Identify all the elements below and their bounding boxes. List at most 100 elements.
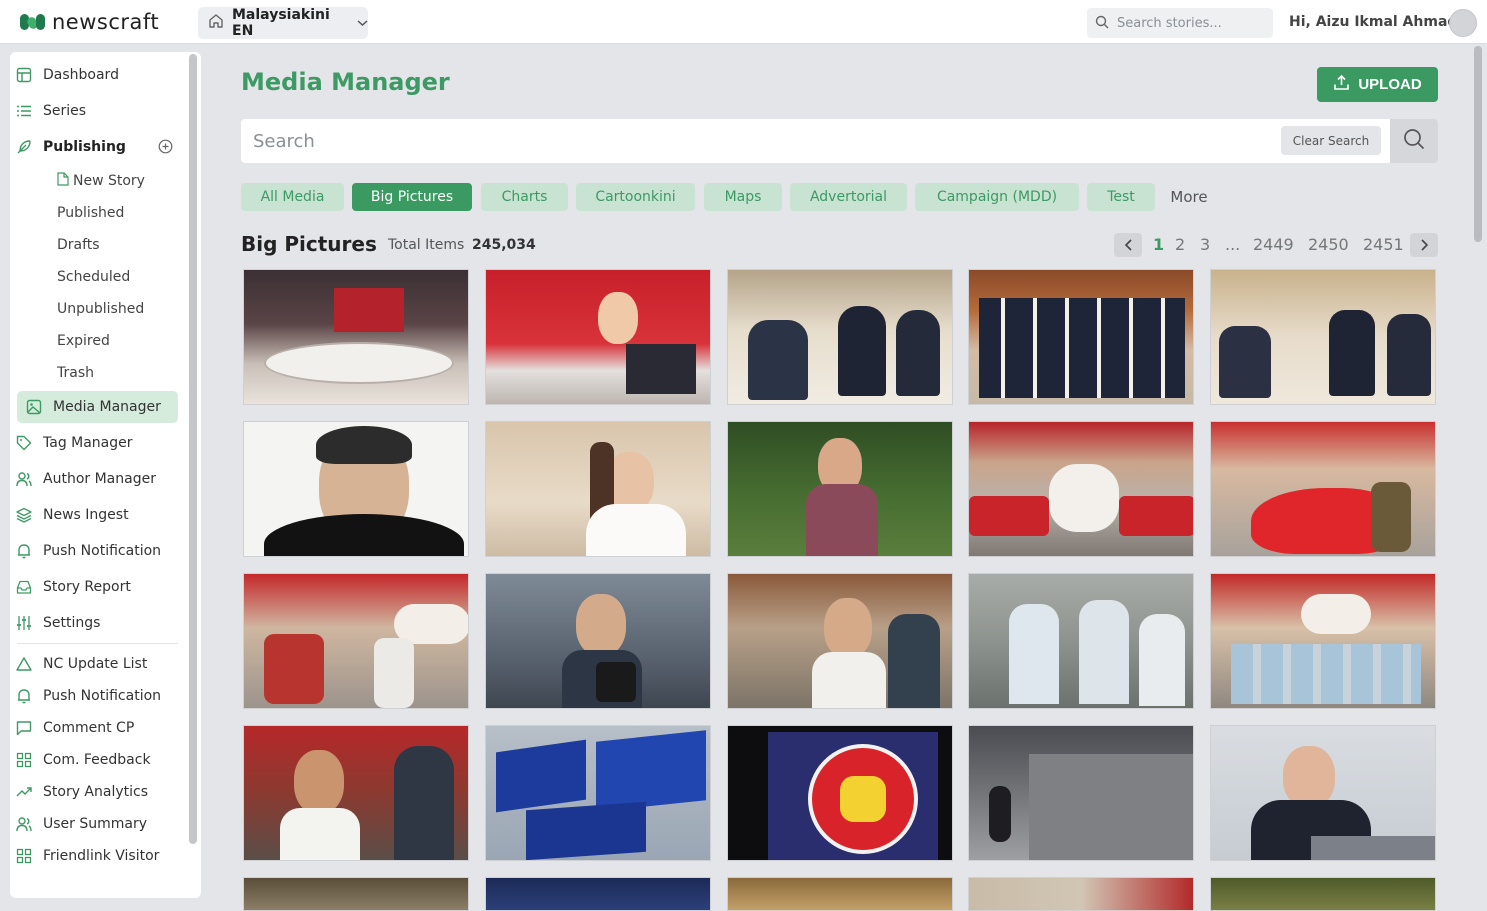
sidebar-item-story-analytics[interactable]: Story Analytics [7,776,168,808]
sidebar-item-label: Com. Feedback [43,752,151,768]
tab-advertorial[interactable]: Advertorial [790,183,907,211]
sidebar-item-dashboard[interactable]: Dashboard [7,59,168,91]
sidebar-item-com-feedback[interactable]: Com. Feedback [7,744,168,776]
sidebar-item-comment-cp[interactable]: Comment CP [7,712,168,744]
tab-more[interactable]: More [1164,183,1214,211]
chevron-left-icon [1124,236,1133,255]
message-icon [15,719,33,737]
grid-icon [15,751,33,769]
prev-page-button[interactable] [1114,233,1142,257]
clear-search-button[interactable]: Clear Search [1281,126,1381,155]
media-thumbnail[interactable] [1210,269,1436,405]
sidebar-item-media-manager[interactable]: Media Manager [17,391,178,423]
triangle-icon [15,655,33,673]
sidebar-item-story-report[interactable]: Story Report [7,571,168,603]
media-thumbnail[interactable] [968,877,1194,911]
media-thumbnail[interactable] [1210,573,1436,709]
image-icon [25,398,43,416]
media-thumbnail[interactable] [727,573,953,709]
tab-campaign-mdd[interactable]: Campaign (MDD) [915,183,1079,211]
media-thumbnail[interactable] [968,725,1194,861]
sidebar-item-tag-manager[interactable]: Tag Manager [7,427,168,459]
media-thumbnail[interactable] [968,269,1194,405]
tab-charts[interactable]: Charts [481,183,568,211]
tab-all-media[interactable]: All Media [241,183,344,211]
media-thumbnail[interactable] [727,725,953,861]
media-thumbnail[interactable] [243,877,469,911]
upload-icon [1333,74,1350,95]
sidebar-item-push-notification[interactable]: Push Notification [7,535,168,567]
media-thumbnail[interactable] [243,725,469,861]
sidebar-item-user-summary[interactable]: User Summary [7,808,168,840]
media-thumbnail[interactable] [1210,725,1436,861]
tab-big-pictures[interactable]: Big Pictures [352,183,472,211]
sidebar-sub-new-story[interactable]: New Story [57,169,145,193]
site-selector-label: Malaysiakini EN [232,7,330,39]
sidebar-item-nc-update-list[interactable]: NC Update List [7,648,168,680]
page-number[interactable]: 3 [1200,235,1210,254]
sidebar-item-publishing[interactable]: Publishing [7,131,168,163]
user-greeting: Hi, Aizu Ikmal Ahmad [1289,14,1458,30]
sidebar-item-settings[interactable]: Settings [7,607,168,639]
sidebar-sub-label: Expired [57,333,110,349]
sidebar-item-series[interactable]: Series [7,95,168,127]
top-search-input[interactable] [1117,15,1265,31]
sidebar-item-label: Story Report [43,579,131,595]
home-icon [208,13,224,33]
sidebar-divider [17,643,178,644]
search-icon [1095,14,1109,33]
media-thumbnail[interactable] [727,269,953,405]
add-circle-icon[interactable] [158,139,173,158]
next-page-button[interactable] [1410,233,1438,257]
sidebar-item-label: Story Analytics [43,784,149,800]
page-number[interactable]: 2451 [1363,235,1404,254]
tab-cartoonkini[interactable]: Cartoonkini [576,183,695,211]
avatar[interactable] [1449,9,1477,37]
logo-mark-icon [20,12,46,32]
page-number[interactable]: 2450 [1308,235,1349,254]
layers-icon [15,506,33,524]
site-selector[interactable]: Malaysiakini EN [198,7,368,39]
page-number[interactable]: 2 [1175,235,1185,254]
tab-test[interactable]: Test [1087,183,1155,211]
media-thumbnail[interactable] [968,573,1194,709]
sidebar-item-label: Tag Manager [43,435,133,451]
sidebar-scrollbar[interactable] [189,54,197,844]
sidebar-item-author-manager[interactable]: Author Manager [7,463,168,495]
sidebar-item-news-ingest[interactable]: News Ingest [7,499,168,531]
file-icon [57,172,69,190]
sidebar-sub-drafts[interactable]: Drafts [57,233,100,257]
sidebar-sub-trash[interactable]: Trash [57,361,94,385]
sidebar-item-friendlink-visitor[interactable]: Friendlink Visitor [7,840,168,872]
media-thumbnail[interactable] [968,421,1194,557]
search-button[interactable] [1390,119,1438,163]
media-thumbnail[interactable] [485,421,711,557]
tab-maps[interactable]: Maps [704,183,782,211]
main-scrollbar[interactable] [1474,46,1482,242]
page-number[interactable]: 1 [1153,235,1164,254]
media-thumbnail[interactable] [243,421,469,557]
sidebar-sub-scheduled[interactable]: Scheduled [57,265,130,289]
sidebar-item-label: Friendlink Visitor [43,848,160,864]
media-thumbnail[interactable] [1210,421,1436,557]
page-title: Media Manager [241,68,450,96]
app-logo[interactable]: newscraft [20,10,159,34]
upload-button[interactable]: UPLOAD [1317,67,1438,102]
bell-icon [15,687,33,705]
media-thumbnail[interactable] [485,269,711,405]
sidebar-sub-expired[interactable]: Expired [57,329,110,353]
media-thumbnail[interactable] [243,269,469,405]
media-thumbnail[interactable] [727,877,953,911]
media-thumbnail[interactable] [485,573,711,709]
media-thumbnail[interactable] [1210,877,1436,911]
media-thumbnail[interactable] [243,573,469,709]
sidebar-sub-published[interactable]: Published [57,201,124,225]
sidebar-item-label: Series [43,103,87,119]
media-thumbnail[interactable] [485,877,711,911]
media-thumbnail[interactable] [485,725,711,861]
page-number[interactable]: 2449 [1253,235,1294,254]
media-search-input[interactable] [253,127,1253,155]
sidebar-sub-unpublished[interactable]: Unpublished [57,297,144,321]
media-thumbnail[interactable] [727,421,953,557]
sidebar-item-push-notification-2[interactable]: Push Notification [7,680,168,712]
